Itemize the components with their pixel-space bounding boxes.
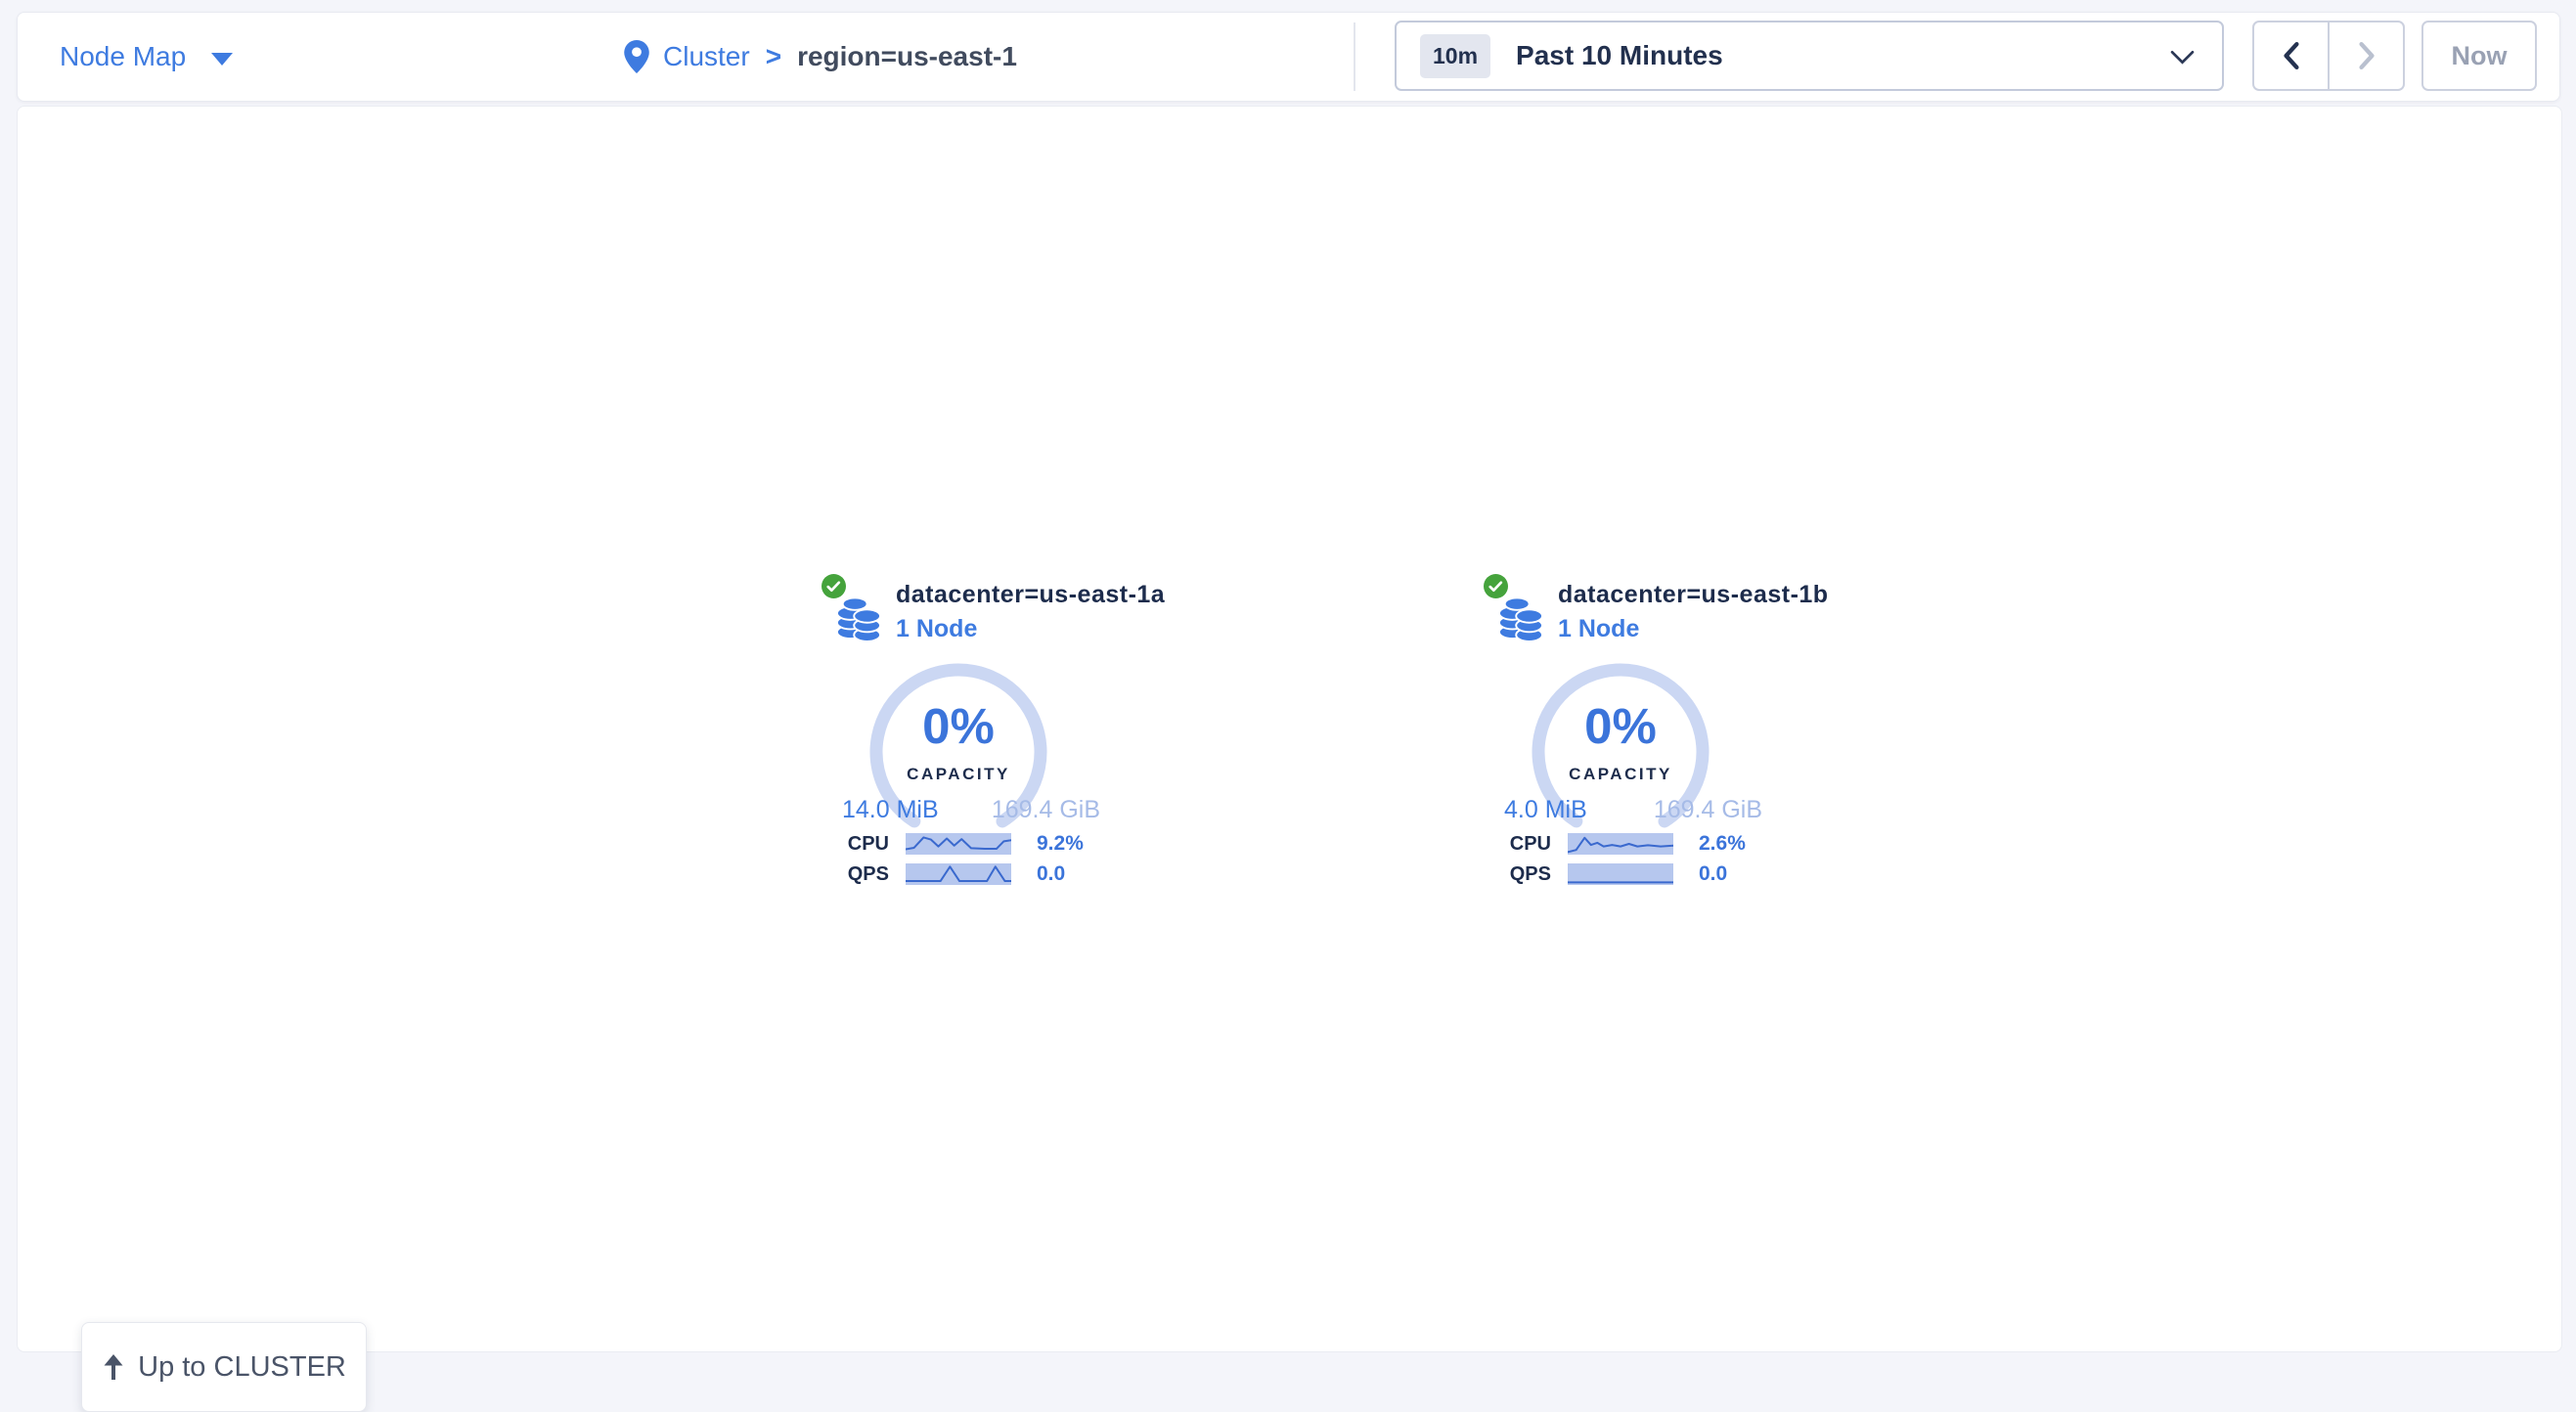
cpu-metric-row: CPU 2.6% xyxy=(1483,833,1776,855)
capacity-percent: 0% xyxy=(1528,701,1713,752)
qps-label: QPS xyxy=(821,863,889,886)
chevron-right-icon xyxy=(2358,42,2376,69)
time-window-label: Past 10 Minutes xyxy=(1516,40,1723,71)
datacenter-card[interactable]: datacenter=us-east-1b 1 Node 0% CAPACITY… xyxy=(1483,573,1776,901)
time-window-badge: 10m xyxy=(1420,34,1490,78)
capacity-label: CAPACITY xyxy=(866,765,1051,784)
qps-sparkline xyxy=(906,863,1011,885)
capacity-usage: 14.0 MiB 169.4 GiB xyxy=(842,796,1100,824)
cpu-value: 2.6% xyxy=(1699,832,1746,856)
caret-down-icon xyxy=(211,53,233,66)
capacity-used: 4.0 MiB xyxy=(1504,796,1587,824)
breadcrumb: Cluster > region=us-east-1 xyxy=(624,13,1017,101)
datacenter-title: datacenter=us-east-1a xyxy=(896,581,1165,609)
cpu-sparkline xyxy=(906,833,1011,855)
capacity-usage: 4.0 MiB 169.4 GiB xyxy=(1504,796,1762,824)
breadcrumb-separator: > xyxy=(766,41,781,72)
breadcrumb-current: region=us-east-1 xyxy=(797,41,1017,72)
qps-sparkline xyxy=(1568,863,1673,885)
up-to-cluster-button[interactable]: Up to CLUSTER xyxy=(81,1322,367,1412)
map-pin-icon xyxy=(624,40,649,73)
up-to-cluster-label: Up to CLUSTER xyxy=(138,1351,346,1384)
datacenter-node-count: 1 Node xyxy=(896,615,977,643)
time-next-button[interactable] xyxy=(2330,22,2403,89)
capacity-total: 169.4 GiB xyxy=(1654,796,1762,824)
capacity-percent: 0% xyxy=(866,701,1051,752)
time-nav-group xyxy=(2252,21,2405,91)
node-map-screen: Node Map Cluster > region=us-east-1 10m … xyxy=(0,0,2576,1369)
datacenter-node-count: 1 Node xyxy=(1558,615,1639,643)
qps-value: 0.0 xyxy=(1699,862,1727,886)
database-stack-icon xyxy=(836,593,881,641)
now-button[interactable]: Now xyxy=(2421,21,2537,91)
qps-metric-row: QPS 0.0 xyxy=(821,863,1114,885)
cpu-value: 9.2% xyxy=(1037,832,1084,856)
database-stack-icon xyxy=(1498,593,1543,641)
view-selector-dropdown[interactable]: Node Map xyxy=(60,13,233,101)
cpu-label: CPU xyxy=(1483,833,1551,856)
chevron-left-icon xyxy=(2283,42,2300,69)
time-window-selector[interactable]: 10m Past 10 Minutes xyxy=(1395,21,2224,91)
cpu-label: CPU xyxy=(821,833,889,856)
datacenter-title: datacenter=us-east-1b xyxy=(1558,581,1829,609)
capacity-used: 14.0 MiB xyxy=(842,796,939,824)
time-prev-button[interactable] xyxy=(2254,22,2330,89)
datacenter-card[interactable]: datacenter=us-east-1a 1 Node 0% CAPACITY… xyxy=(821,573,1114,901)
cpu-sparkline xyxy=(1568,833,1673,855)
capacity-total: 169.4 GiB xyxy=(992,796,1100,824)
arrow-up-icon xyxy=(102,1353,125,1381)
qps-label: QPS xyxy=(1483,863,1551,886)
view-selector-label: Node Map xyxy=(60,41,186,72)
header-bar: Node Map Cluster > region=us-east-1 10m … xyxy=(17,12,2560,102)
qps-value: 0.0 xyxy=(1037,862,1065,886)
header-divider xyxy=(1354,22,1355,91)
breadcrumb-cluster-link[interactable]: Cluster xyxy=(663,41,750,72)
capacity-label: CAPACITY xyxy=(1528,765,1713,784)
now-button-label: Now xyxy=(2452,41,2508,71)
cpu-metric-row: CPU 9.2% xyxy=(821,833,1114,855)
chevron-down-icon xyxy=(2170,50,2195,69)
qps-metric-row: QPS 0.0 xyxy=(1483,863,1776,885)
node-map-canvas: datacenter=us-east-1a 1 Node 0% CAPACITY… xyxy=(17,106,2562,1352)
